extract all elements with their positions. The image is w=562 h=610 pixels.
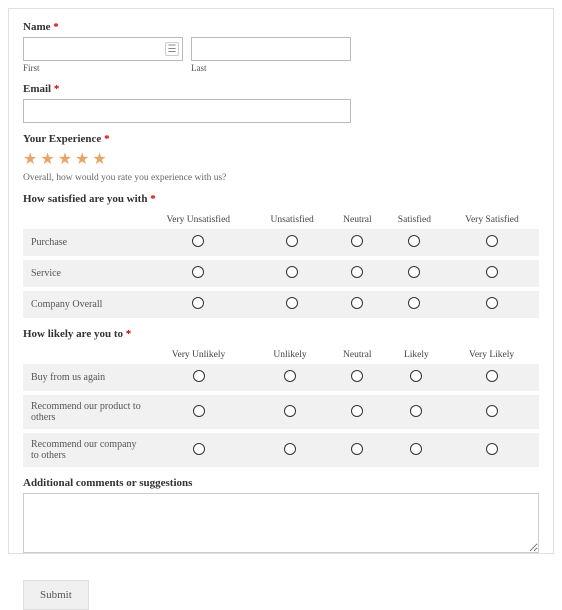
table-row: Recommend our company to others [23,431,539,467]
row-label: Service [23,258,143,289]
radio-input[interactable] [286,266,298,278]
comments-section: Additional comments or suggestions [23,477,539,556]
email-label: Email * [23,83,539,95]
row-label: Buy from us again [23,364,143,393]
row-label: Purchase [23,229,143,258]
radio-input[interactable] [408,266,420,278]
radio-input[interactable] [351,405,363,417]
comments-label: Additional comments or suggestions [23,477,539,489]
col-header: Neutral [326,346,389,364]
radio-input[interactable] [486,297,498,309]
first-sublabel: First [23,63,183,73]
radio-input[interactable] [486,266,498,278]
col-header: Unlikely [254,346,326,364]
contacts-icon: ☰ [165,42,179,56]
required-icon: * [150,193,156,205]
experience-label: Your Experience * [23,133,539,145]
col-header: Neutral [331,211,384,229]
email-section: Email * [23,83,539,123]
col-header: Likely [389,346,445,364]
radio-input[interactable] [408,297,420,309]
radio-input[interactable] [351,297,363,309]
email-label-text: Email [23,83,51,95]
table-row: Buy from us again [23,364,539,393]
first-name-input[interactable] [23,37,183,61]
radio-input[interactable] [351,443,363,455]
radio-input[interactable] [351,235,363,247]
satisfaction-matrix: Very Unsatisfied Unsatisfied Neutral Sat… [23,211,539,318]
row-label: Recommend our company to others [23,431,143,467]
table-row: Recommend our product to others [23,393,539,431]
radio-input[interactable] [192,297,204,309]
satisfaction-label-text: How satisfied are you with [23,193,147,205]
email-input[interactable] [23,99,351,123]
radio-input[interactable] [410,370,422,382]
required-icon: * [126,328,132,340]
radio-input[interactable] [284,443,296,455]
name-label-text: Name [23,21,51,33]
star-icon[interactable]: ★ [23,149,37,169]
radio-input[interactable] [192,266,204,278]
satisfaction-section: How satisfied are you with * Very Unsati… [23,193,539,318]
radio-input[interactable] [351,370,363,382]
comments-textarea[interactable] [23,493,539,553]
radio-input[interactable] [486,370,498,382]
radio-input[interactable] [286,297,298,309]
likelihood-label-text: How likely are you to [23,328,123,340]
col-header: Unsatisfied [254,211,331,229]
radio-input[interactable] [284,405,296,417]
col-header: Very Unsatisfied [143,211,254,229]
star-icon[interactable]: ★ [92,149,106,169]
radio-input[interactable] [286,235,298,247]
radio-input[interactable] [410,443,422,455]
radio-input[interactable] [408,235,420,247]
form-container: Name * ☰ First Last Email * Your Ex [8,8,554,554]
table-row: Service [23,258,539,289]
submit-button[interactable]: Submit [23,580,89,610]
row-label: Recommend our product to others [23,393,143,431]
last-sublabel: Last [191,63,351,73]
col-header: Very Likely [444,346,539,364]
star-icon[interactable]: ★ [40,149,54,169]
radio-input[interactable] [486,405,498,417]
radio-input[interactable] [410,405,422,417]
experience-hint: Overall, how would you rate you experien… [23,173,539,183]
radio-input[interactable] [486,235,498,247]
radio-input[interactable] [486,443,498,455]
likelihood-label: How likely are you to * [23,328,539,340]
radio-input[interactable] [193,370,205,382]
radio-input[interactable] [192,235,204,247]
star-rating[interactable]: ★ ★ ★ ★ ★ [23,149,539,169]
experience-section: Your Experience * ★ ★ ★ ★ ★ Overall, how… [23,133,539,183]
likelihood-matrix: Very Unlikely Unlikely Neutral Likely Ve… [23,346,539,467]
col-header: Very Satisfied [445,211,539,229]
star-icon[interactable]: ★ [58,149,72,169]
table-row: Purchase [23,229,539,258]
required-icon: * [104,133,110,145]
radio-input[interactable] [193,443,205,455]
required-icon: * [53,21,59,33]
name-label: Name * [23,21,539,33]
experience-label-text: Your Experience [23,133,101,145]
required-icon: * [54,83,60,95]
name-section: Name * ☰ First Last [23,21,539,73]
likelihood-section: How likely are you to * Very Unlikely Un… [23,328,539,467]
col-header: Satisfied [384,211,445,229]
radio-input[interactable] [193,405,205,417]
row-label: Company Overall [23,289,143,318]
table-row: Company Overall [23,289,539,318]
radio-input[interactable] [351,266,363,278]
star-icon[interactable]: ★ [75,149,89,169]
col-header: Very Unlikely [143,346,254,364]
satisfaction-label: How satisfied are you with * [23,193,539,205]
radio-input[interactable] [284,370,296,382]
last-name-input[interactable] [191,37,351,61]
